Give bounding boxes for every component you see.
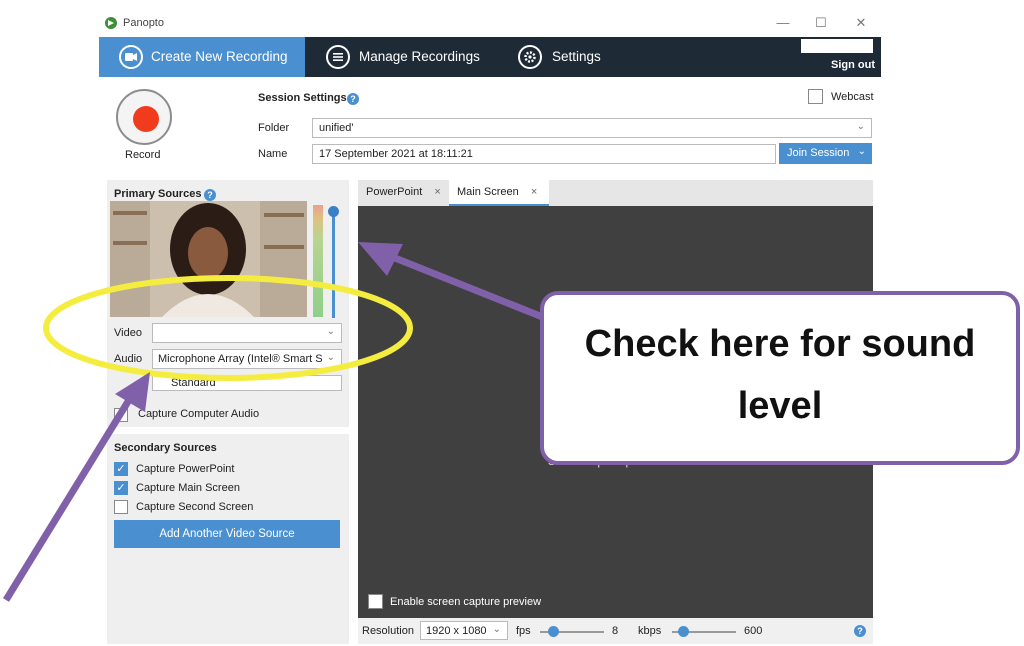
callout-line-1: Check here for sound (584, 323, 976, 365)
kbps-label: kbps (638, 625, 662, 637)
webcast-checkbox[interactable] (808, 89, 823, 104)
callout-box: Check here for sound level (540, 291, 1020, 465)
primary-sources-heading: Primary Sources (114, 188, 202, 200)
record-button[interactable] (116, 89, 172, 145)
help-icon[interactable]: ? (347, 93, 359, 105)
chevron-down-icon: ⌄ (492, 624, 501, 635)
app-titlebar (100, 12, 880, 34)
tab-settings[interactable]: Settings (552, 49, 601, 64)
tab-create-new-recording[interactable]: Create New Recording (99, 37, 305, 77)
webcast-label: Webcast (831, 91, 874, 103)
capture-second-screen-label: Capture Second Screen (136, 501, 254, 513)
enable-preview-checkbox[interactable] (368, 594, 383, 609)
tab-create-label: Create New Recording (151, 49, 288, 64)
help-icon[interactable]: ? (854, 625, 866, 637)
quality-value: Standard (171, 377, 216, 389)
callout-text: Check here for sound level (544, 313, 1016, 437)
minimize-button[interactable]: — (768, 12, 798, 34)
folder-select[interactable]: unified' ⌄ (312, 118, 872, 138)
record-label: Record (125, 149, 161, 161)
tab-main-screen[interactable]: Main Screen × (449, 180, 549, 206)
resolution-value: 1920 x 1080 (426, 625, 487, 637)
camera-icon (119, 45, 143, 69)
capture-second-screen-checkbox[interactable] (114, 500, 128, 514)
record-dot-icon (133, 106, 159, 132)
secondary-sources-heading: Secondary Sources (114, 442, 217, 454)
add-video-source-button[interactable]: Add Another Video Source (114, 520, 340, 548)
video-select[interactable]: ⌄ (152, 323, 342, 343)
folder-value: unified' (319, 122, 354, 134)
webcam-preview (110, 201, 307, 317)
resolution-select[interactable]: 1920 x 1080 ⌄ (420, 621, 508, 640)
quality-select[interactable]: Standard (152, 375, 342, 391)
audio-level-slider-thumb[interactable] (328, 206, 339, 217)
tab-powerpoint-label: PowerPoint (366, 186, 423, 198)
session-name-value: 17 September 2021 at 18:11:21 (319, 148, 473, 160)
user-name-box (801, 39, 873, 53)
session-settings-heading: Session Settings (258, 92, 347, 104)
app-title: Panopto (123, 17, 164, 29)
panopto-logo-icon (105, 17, 117, 29)
capture-computer-audio-label: Capture Computer Audio (138, 408, 260, 420)
join-session-button[interactable]: Join Session ⌄ (779, 143, 872, 164)
sign-out-link[interactable]: Sign out (831, 59, 875, 71)
kbps-value: 600 (744, 625, 763, 637)
capture-main-screen-checkbox[interactable]: ✓ (114, 481, 128, 495)
close-icon[interactable]: × (531, 186, 537, 198)
enable-preview-label: Enable screen capture preview (390, 596, 542, 608)
kbps-slider-thumb[interactable] (678, 626, 689, 637)
chevron-down-icon: ⌄ (326, 326, 335, 337)
close-icon[interactable]: × (434, 186, 440, 198)
session-name-input[interactable]: 17 September 2021 at 18:11:21 (312, 144, 776, 164)
tab-main-screen-text: Main Screen (457, 186, 519, 198)
tab-powerpoint[interactable]: PowerPoint × (366, 186, 441, 198)
close-window-button[interactable]: ✕ (846, 12, 876, 34)
capture-computer-audio-checkbox[interactable] (114, 408, 128, 422)
audio-level-meter (313, 205, 323, 317)
maximize-button[interactable]: ☐ (806, 12, 836, 34)
tab-manage-recordings[interactable]: Manage Recordings (359, 49, 480, 64)
capture-main-screen-label: Capture Main Screen (136, 482, 240, 494)
tab-main-screen-label: Main Screen × (457, 186, 537, 198)
audio-select[interactable]: Microphone Array (Intel® Smart S ⌄ (152, 349, 342, 369)
callout-line-2: level (737, 385, 823, 427)
main-nav: Create New Recording Manage Recordings S… (99, 37, 881, 77)
chevron-down-icon: ⌄ (856, 121, 865, 132)
list-icon (326, 45, 350, 69)
audio-label: Audio (114, 353, 143, 365)
fps-value: 8 (612, 625, 619, 637)
capture-powerpoint-checkbox[interactable]: ✓ (114, 462, 128, 476)
fps-label: fps (516, 625, 531, 637)
fps-slider-thumb[interactable] (548, 626, 559, 637)
audio-level-slider-track[interactable] (332, 210, 335, 318)
video-label: Video (114, 327, 142, 339)
gear-icon (518, 45, 542, 69)
name-label: Name (258, 148, 288, 160)
capture-powerpoint-label: Capture PowerPoint (136, 463, 235, 475)
join-session-label: Join Session (787, 147, 850, 159)
audio-value: Microphone Array (Intel® Smart S (158, 353, 323, 365)
resolution-label: Resolution (362, 625, 414, 637)
chevron-down-icon: ⌄ (326, 352, 335, 363)
chevron-down-icon: ⌄ (857, 146, 866, 157)
folder-label: Folder (258, 122, 290, 134)
help-icon[interactable]: ? (204, 189, 216, 201)
